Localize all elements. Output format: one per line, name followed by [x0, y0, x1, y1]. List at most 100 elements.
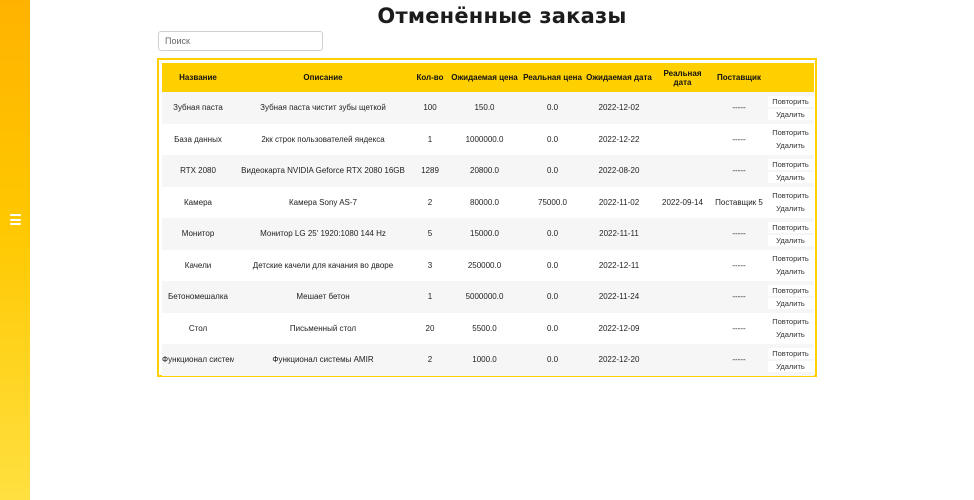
table-row: Стол Письменный стол 20 5500.0 0.0 2022-12-09…: [162, 312, 814, 345]
delete-button[interactable]: Удалить: [767, 297, 814, 309]
cell-description: Мешает бетон: [296, 292, 350, 302]
repeat-button[interactable]: Повторить: [767, 127, 814, 139]
cell-qty: 5: [427, 229, 433, 239]
repeat-button[interactable]: Повторить: [767, 95, 814, 107]
cell-expected-date: 2022-12-22: [598, 134, 640, 144]
cell-name: Камера: [184, 197, 212, 207]
repeat-button[interactable]: Повторить: [767, 284, 814, 296]
table-row: RTX 2080 Видеокарта NVIDIA Geforce RTX 20…: [162, 155, 814, 187]
cell-description: Монитор LG 25' 1920:1080 144 Hz: [260, 229, 386, 239]
row-actions: Повторить Удалить: [767, 95, 814, 120]
sidebar: [0, 0, 30, 500]
cell-real-price: 0.0: [546, 134, 559, 144]
row-actions: Повторить Удалить: [767, 284, 814, 309]
column-header-real-date: Реальная дата: [663, 68, 702, 87]
cell-actions: Повторить Удалить: [767, 250, 814, 282]
cell-supplier: -----: [732, 260, 746, 270]
delete-button[interactable]: Удалить: [767, 360, 814, 372]
row-actions: Повторить Удалить: [767, 347, 814, 372]
cell-description: Камера Sony AS-7: [289, 197, 357, 207]
cell-real-price: 75000.0: [538, 197, 567, 207]
column-header-name: Название: [179, 73, 217, 82]
cell-supplier: -----: [732, 355, 746, 365]
cell-expected-date: 2022-12-02: [598, 103, 640, 113]
cell-real-price: 0.0: [546, 355, 559, 365]
column-header-expected-price: Ожидаемая цена: [451, 73, 518, 82]
column-header-real-price: Реальная цена: [523, 73, 582, 82]
table-row: Монитор Монитор LG 25' 1920:1080 144 Hz 5 1…: [162, 218, 814, 250]
cell-supplier: -----: [732, 323, 746, 333]
cell-real-date: [654, 313, 711, 345]
cell-name: Качели: [184, 260, 212, 270]
cell-real-date: [654, 281, 711, 313]
cell-name: База данных: [174, 134, 222, 144]
cell-actions: Повторить Удалить: [767, 313, 814, 345]
delete-button[interactable]: Удалить: [767, 266, 814, 278]
cell-description: Видеокарта NVIDIA Geforce RTX 2080 16GB: [241, 166, 405, 176]
cell-description: Детские качели для качания во дворе: [252, 260, 394, 270]
cell-description: Зубная паста чистит зубы щеткой: [260, 103, 386, 113]
repeat-button[interactable]: Повторить: [767, 221, 814, 233]
cell-qty: 100: [423, 103, 437, 113]
row-actions: Повторить Удалить: [767, 221, 814, 246]
cell-qty: 1: [427, 134, 433, 144]
repeat-button[interactable]: Повторить: [767, 347, 814, 359]
delete-button[interactable]: Удалить: [767, 108, 814, 120]
repeat-button[interactable]: Повторить: [767, 316, 814, 328]
cell-real-price: 0.0: [546, 260, 559, 270]
cell-real-price: 0.0: [546, 292, 559, 302]
cell-real-price: 0.0: [546, 103, 559, 113]
column-header-actions: [767, 63, 814, 92]
delete-button[interactable]: Удалить: [767, 329, 814, 341]
cell-real-date: [654, 218, 711, 250]
cell-name: Зубная паста: [173, 103, 223, 113]
row-actions: Повторить Удалить: [767, 127, 814, 152]
repeat-button[interactable]: Повторить: [767, 253, 814, 265]
cell-real-price: 0.0: [546, 166, 559, 176]
cell-actions: Повторить Удалить: [767, 281, 814, 313]
delete-button[interactable]: Удалить: [767, 203, 814, 215]
cell-actions: Повторить Удалить: [767, 187, 814, 219]
row-actions: Повторить Удалить: [767, 316, 814, 341]
cell-expected-date: 2022-11-11: [599, 229, 639, 239]
hamburger-menu-icon[interactable]: [10, 214, 21, 225]
table-row: Зубная паста Зубная паста чистит зубы щет…: [162, 92, 814, 124]
cell-expected-price: 1000000.0: [465, 134, 504, 144]
cell-name: Функционал системы: [162, 355, 234, 365]
cell-supplier: -----: [732, 134, 746, 144]
cell-actions: Повторить Удалить: [767, 344, 814, 376]
delete-button[interactable]: Удалить: [767, 234, 814, 246]
cell-expected-date: 2022-12-11: [598, 260, 640, 270]
cell-name: Бетономешалка: [168, 292, 228, 302]
table-row: Качели Детские качели для качания во двор…: [162, 249, 814, 282]
cell-real-date: [654, 250, 711, 282]
repeat-button[interactable]: Повторить: [767, 190, 814, 202]
row-actions: Повторить Удалить: [767, 158, 814, 183]
cell-expected-price: 250000.0: [467, 260, 502, 270]
cell-expected-price: 150.0: [474, 103, 495, 113]
page-title: Отменённые заказы: [377, 4, 627, 28]
cell-actions: Повторить Удалить: [767, 218, 814, 250]
column-header-qty: Кол-во: [416, 73, 444, 82]
delete-button[interactable]: Удалить: [767, 171, 814, 183]
search-input[interactable]: [158, 31, 323, 51]
cell-expected-price: 1000.0: [472, 355, 497, 365]
cell-real-price: 0.0: [546, 229, 559, 239]
cell-name: Монитор: [181, 229, 215, 239]
cell-expected-price: 20800.0: [470, 166, 499, 176]
table-row: База данных 2кк строк пользователей яндек…: [162, 123, 814, 156]
cell-supplier: Поставщик 5: [715, 197, 763, 207]
cell-description: Письменный стол: [289, 323, 357, 333]
cancelled-orders-table: Название Описание Кол-во Ожидаемая цена …: [162, 63, 814, 376]
cell-real-date: [654, 344, 711, 376]
cell-expected-price: 80000.0: [470, 197, 499, 207]
orders-table-container: Название Описание Кол-во Ожидаемая цена …: [157, 58, 817, 377]
delete-button[interactable]: Удалить: [767, 140, 814, 152]
cell-qty: 3: [427, 260, 433, 270]
cell-expected-date: 2022-12-20: [598, 355, 640, 365]
cell-supplier: -----: [732, 292, 746, 302]
repeat-button[interactable]: Повторить: [767, 158, 814, 170]
cell-real-date: [654, 124, 711, 156]
table-row: Функционал системы Функционал системы AMI…: [162, 344, 814, 376]
cell-expected-price: 5000000.0: [465, 292, 504, 302]
